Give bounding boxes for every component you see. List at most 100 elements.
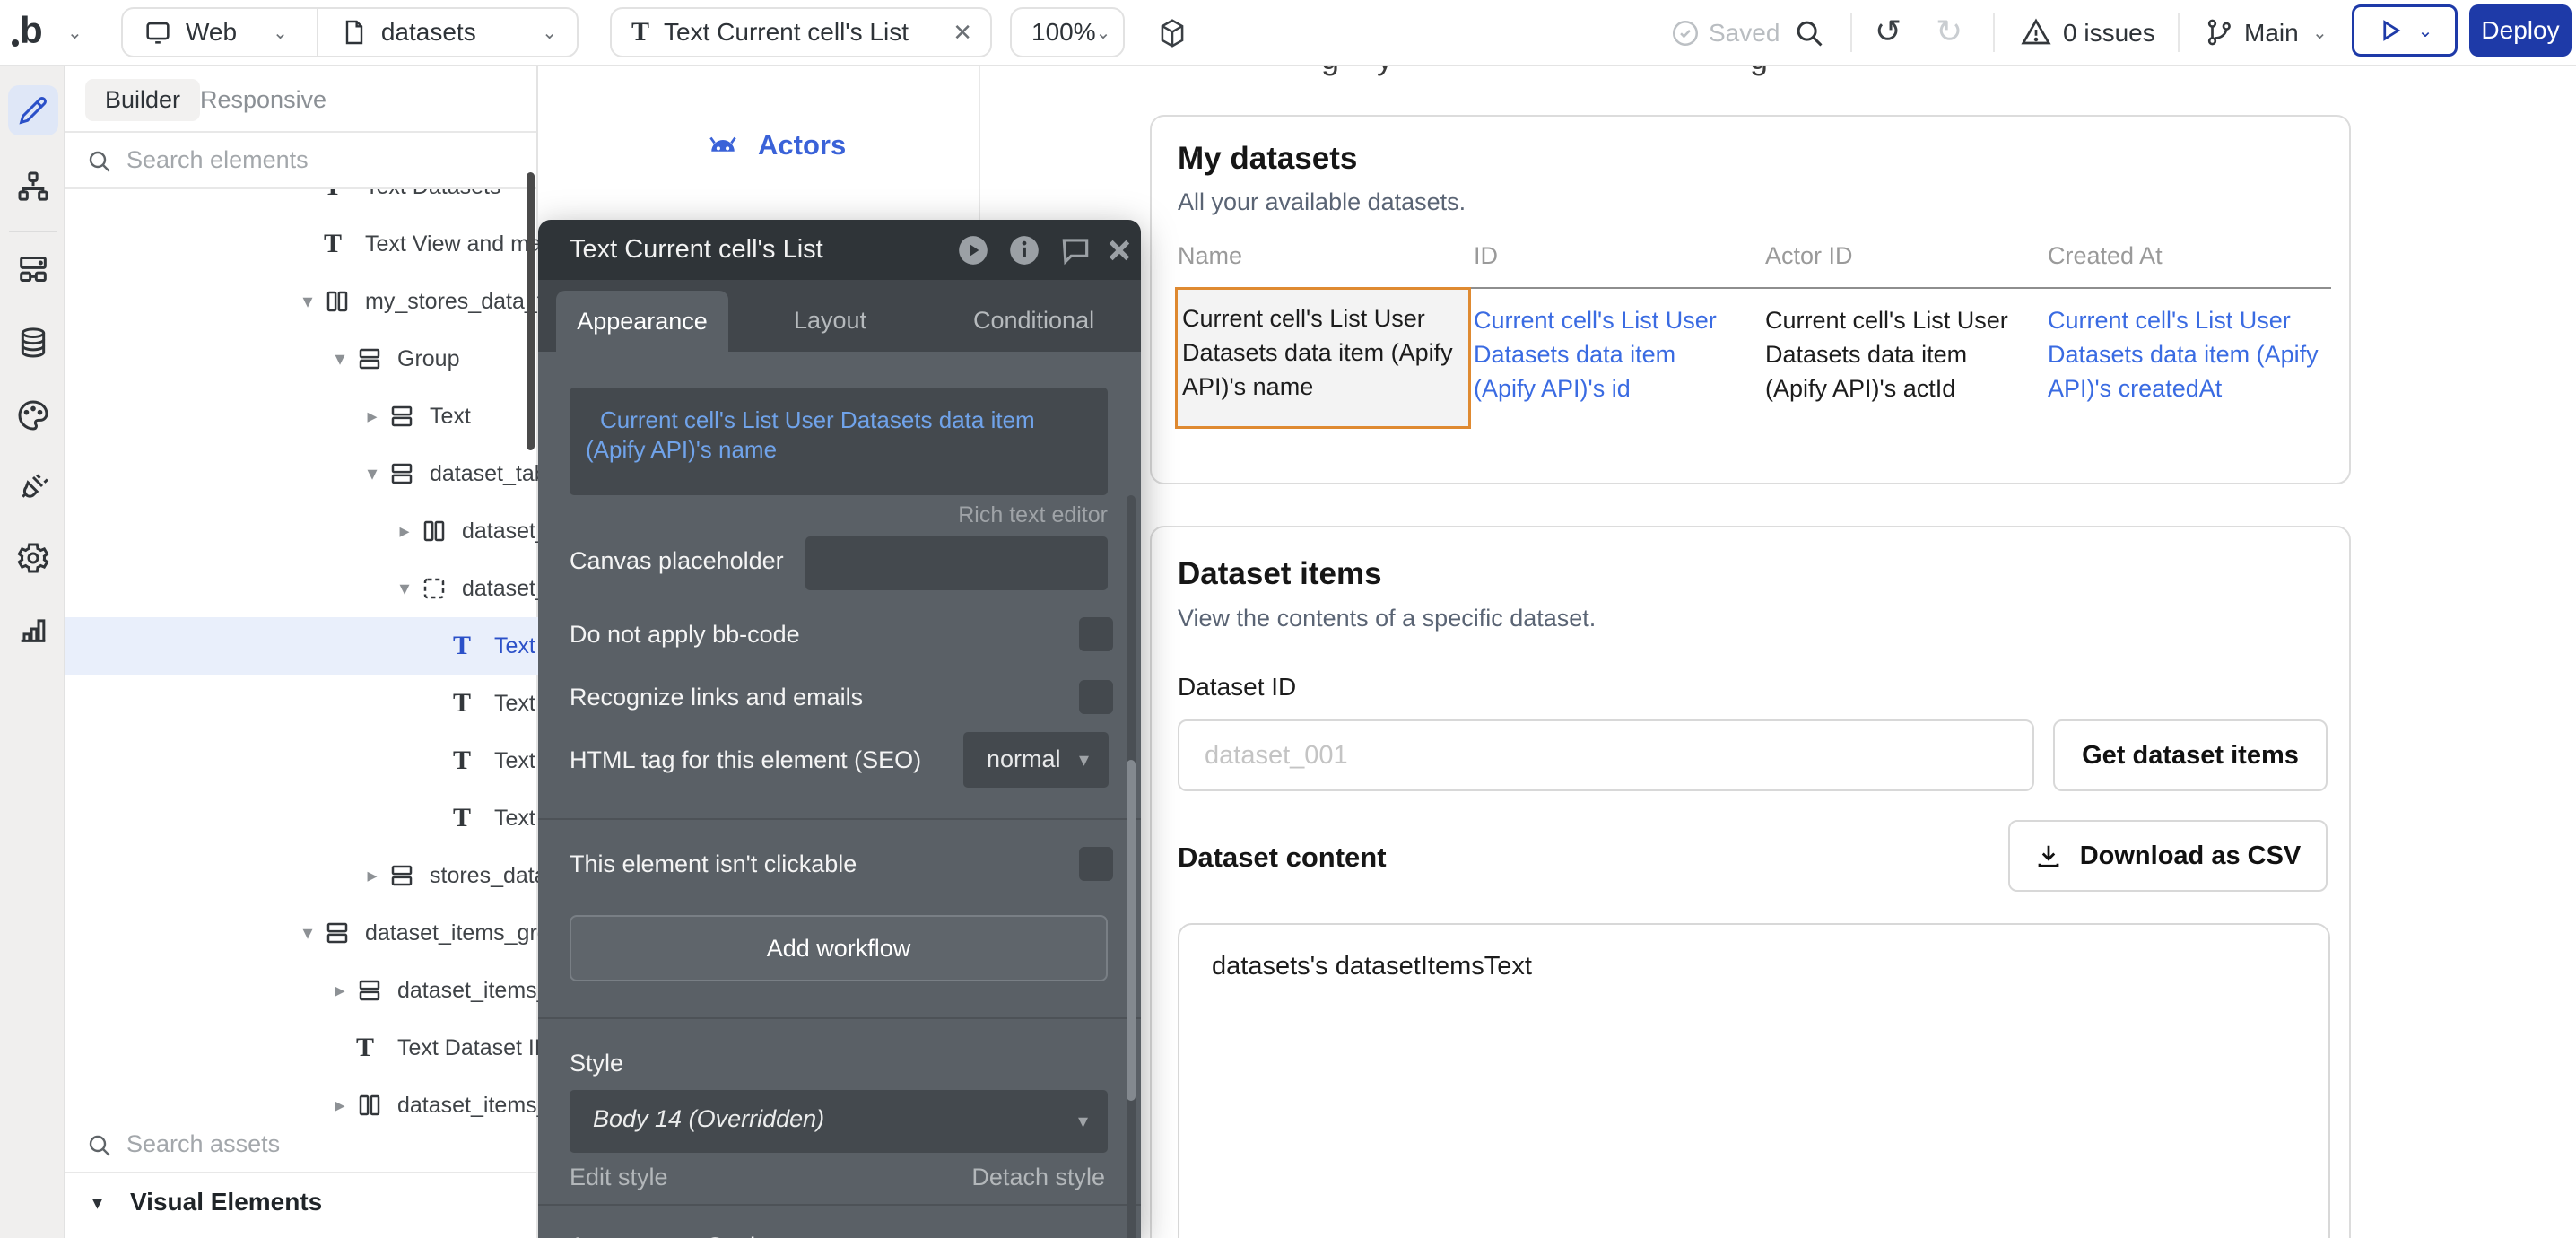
tree-item[interactable]: TText Dataset ID <box>65 1019 538 1077</box>
deploy-button[interactable]: Deploy <box>2469 4 2572 57</box>
inspector-header[interactable]: Text Current cell's List <box>538 220 1141 280</box>
info-icon[interactable] <box>1005 231 1044 270</box>
tab-layout[interactable]: Layout <box>794 307 866 335</box>
rail-workflows-icon[interactable] <box>8 161 58 212</box>
inspector-scrollbar-thumb[interactable] <box>1127 760 1136 1101</box>
branch-selector[interactable]: Main <box>2244 19 2299 48</box>
bb-code-label: Do not apply bb-code <box>570 621 800 649</box>
download-csv-button[interactable]: Download as CSV <box>2008 820 2328 892</box>
redo-icon[interactable]: ↻ <box>1936 13 1962 50</box>
text-expression-editor[interactable]: Current cell's List User Datasets data i… <box>570 388 1108 495</box>
dataset-id-input[interactable] <box>1178 719 2034 791</box>
tab-responsive[interactable]: Responsive <box>200 86 326 114</box>
rail-logs-icon[interactable] <box>8 604 58 654</box>
visual-elements-section[interactable]: ▾ Visual Elements <box>65 1175 536 1238</box>
tree-item[interactable]: TText Cu... <box>65 732 538 789</box>
chevron-down-icon[interactable]: ⌄ <box>67 22 83 44</box>
cell-id[interactable]: Current cell's List User Datasets data i… <box>1474 303 1743 405</box>
caret-icon[interactable] <box>356 864 388 887</box>
search-icon[interactable] <box>1792 16 1826 50</box>
cell-created-at[interactable]: Current cell's List User Datasets data i… <box>2048 303 2349 405</box>
text-element-icon: T <box>453 632 485 659</box>
tree-item[interactable]: Text <box>65 388 538 445</box>
caret-icon[interactable] <box>324 347 356 371</box>
style-dropdown[interactable]: Body 14 (Overridden) ▾ <box>570 1090 1108 1153</box>
rail-settings-icon[interactable] <box>8 533 58 583</box>
not-clickable-checkbox[interactable] <box>1079 847 1113 881</box>
tab-appearance[interactable]: Appearance <box>556 291 728 352</box>
zoom-control[interactable]: 100% ⌄ <box>1010 7 1125 57</box>
tree-item[interactable]: Group <box>65 330 538 388</box>
rail-divider <box>9 231 57 232</box>
tree-item[interactable]: dataset_table... <box>65 445 538 502</box>
search-elements-bar[interactable]: Search elements <box>65 133 536 189</box>
chevron-down-icon[interactable]: ⌄ <box>542 22 557 44</box>
tree-scrollbar-thumb[interactable] <box>527 172 535 450</box>
edit-style-link[interactable]: Edit style <box>570 1164 668 1191</box>
rail-design-icon[interactable] <box>8 85 58 135</box>
search-assets-bar[interactable]: Search assets <box>65 1117 536 1173</box>
canvas-placeholder-input[interactable] <box>805 536 1108 590</box>
caret-icon[interactable] <box>292 921 324 945</box>
element-tab[interactable]: T Text Current cell's List ✕ <box>610 7 992 57</box>
caret-icon[interactable] <box>324 979 356 1002</box>
tree-item[interactable]: dataset_items_in... <box>65 1077 538 1117</box>
bubble-logo[interactable]: b <box>20 9 43 52</box>
download-icon <box>2035 842 2062 869</box>
comment-icon[interactable] <box>1056 231 1095 270</box>
tree-item[interactable]: TText View and mana... <box>65 215 538 273</box>
tab-builder[interactable]: Builder <box>85 79 200 121</box>
get-dataset-items-button[interactable]: Get dataset items <box>2053 719 2328 791</box>
tree-item[interactable]: stores_data_b... <box>65 847 538 904</box>
cell-actor-id[interactable]: Current cell's List User Datasets data i… <box>1765 303 2025 405</box>
chevron-down-icon: ⌄ <box>2418 20 2433 42</box>
bb-code-checkbox[interactable] <box>1079 617 1113 651</box>
platform-label[interactable]: Web <box>186 18 237 47</box>
tree-item[interactable]: dataset_items_title <box>65 962 538 1019</box>
tab-conditional[interactable]: Conditional <box>973 307 1094 335</box>
close-icon[interactable] <box>1100 231 1139 270</box>
chevron-down-icon[interactable]: ⌄ <box>273 22 288 44</box>
rail-components-icon[interactable] <box>8 244 58 294</box>
mode-rail <box>0 65 65 1238</box>
chevron-down-icon[interactable]: ⌄ <box>2312 22 2328 44</box>
search-assets-placeholder: Search assets <box>126 1130 280 1158</box>
html-tag-dropdown[interactable]: normal ▾ <box>963 732 1109 788</box>
caret-icon[interactable] <box>356 405 388 428</box>
links-emails-checkbox[interactable] <box>1079 680 1113 714</box>
rail-styles-icon[interactable] <box>8 390 58 440</box>
tree-item[interactable]: TText Cu... <box>65 675 538 732</box>
actors-nav-link[interactable]: Actors <box>704 129 846 161</box>
text-element-icon: T <box>631 17 649 48</box>
add-workflow-button[interactable]: Add workflow <box>570 915 1108 981</box>
tree-item[interactable]: my_stores_data_table <box>65 273 538 330</box>
caret-icon[interactable] <box>388 519 421 543</box>
caret-icon[interactable] <box>292 290 324 313</box>
rail-plugins-icon[interactable] <box>8 461 58 511</box>
page-label[interactable]: datasets <box>381 18 476 47</box>
undo-icon[interactable]: ↺ <box>1875 13 1902 50</box>
rich-text-editor-link[interactable]: Rich text editor <box>958 502 1108 528</box>
run-icon[interactable] <box>953 231 993 270</box>
group-element-icon <box>388 862 421 889</box>
caret-icon[interactable] <box>388 577 421 600</box>
rail-data-icon[interactable] <box>8 318 58 368</box>
caret-icon[interactable] <box>356 462 388 485</box>
preview-button[interactable]: ⌄ <box>2352 4 2458 57</box>
text-element-icon: T <box>453 690 485 717</box>
tree-item[interactable]: dataset_items_group <box>65 904 538 962</box>
tree-item[interactable]: dataset_ta... <box>65 502 538 560</box>
dataset-content-box[interactable]: datasets's datasetItemsText <box>1178 923 2330 1238</box>
caret-icon[interactable] <box>324 1094 356 1117</box>
element-tab-label: Text Current cell's List <box>664 18 909 47</box>
cell-name: Current cell's List User Datasets data i… <box>1182 301 1467 404</box>
cube-icon[interactable] <box>1155 16 1189 50</box>
selected-text-element[interactable]: Current cell's List User Datasets data i… <box>1175 287 1471 429</box>
close-icon[interactable]: ✕ <box>953 19 972 47</box>
tree-item-selected[interactable]: TText Cu... <box>65 617 538 675</box>
tree-item[interactable]: dataset_re... <box>65 560 538 617</box>
issues-count[interactable]: 0 issues <box>2063 19 2155 48</box>
tree-item[interactable]: TText Datasets <box>65 189 538 215</box>
tree-item[interactable]: TText Cu... <box>65 789 538 847</box>
detach-style-link[interactable]: Detach style <box>971 1164 1105 1191</box>
